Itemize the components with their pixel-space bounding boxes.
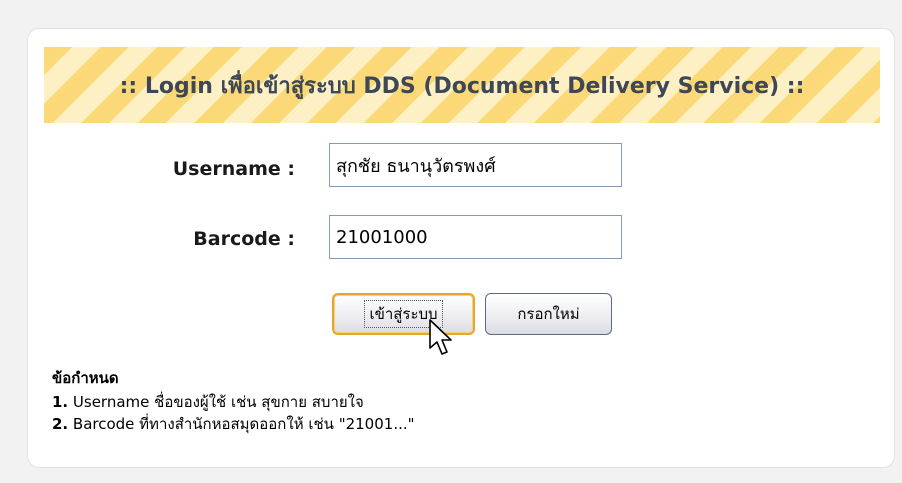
username-label: Username :	[172, 158, 295, 180]
rule-text: Username ชื่อของผู้ใช้ เช่น สุขกาย สบายใ…	[68, 393, 364, 411]
reset-button[interactable]: กรอกใหม่	[485, 293, 612, 335]
rule-text: Barcode ที่ทางสำนักหอสมุดออกให้ เช่น "21…	[68, 415, 415, 433]
rule-number: 1.	[52, 393, 69, 411]
banner-title: :: Login เพื่อเข้าสู่ระบบ DDS (Document …	[119, 73, 805, 99]
login-banner: :: Login เพื่อเข้าสู่ระบบ DDS (Document …	[44, 47, 880, 123]
barcode-input[interactable]	[329, 215, 622, 259]
mouse-pointer-icon	[429, 319, 452, 355]
rules-title: ข้อกำหนด	[52, 369, 119, 387]
rule-item-2: 2. Barcode ที่ทางสำนักหอสมุดออกให้ เช่น …	[52, 412, 415, 436]
rule-number: 2.	[52, 415, 69, 433]
reset-button-label: กรอกใหม่	[517, 305, 580, 323]
barcode-label: Barcode :	[193, 228, 295, 250]
rule-item-1: 1. Username ชื่อของผู้ใช้ เช่น สุขกาย สบ…	[52, 390, 364, 414]
username-input[interactable]	[329, 143, 622, 187]
